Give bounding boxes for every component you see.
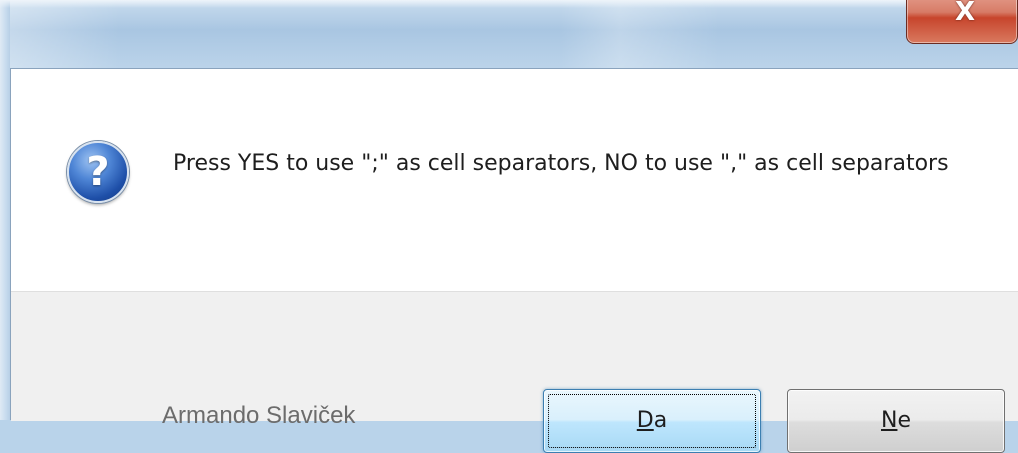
no-button-mnemonic: N: [880, 408, 898, 433]
close-icon: X: [955, 0, 976, 27]
focus-rectangle: [548, 394, 756, 448]
window-left-edge: [0, 0, 10, 420]
yes-button[interactable]: Da: [543, 389, 761, 453]
question-icon: ?: [67, 141, 129, 203]
window-top-shine: [0, 0, 1018, 8]
question-mark-glyph: ?: [86, 149, 110, 195]
close-button[interactable]: X: [906, 0, 1018, 44]
dialog-client-area: ? Press YES to use ";" as cell separator…: [10, 68, 1018, 453]
no-button[interactable]: Ne: [787, 389, 1005, 453]
background-caption: Armando Slaviček: [162, 402, 356, 429]
dialog-message: Press YES to use ";" as cell separators,…: [173, 151, 949, 176]
message-area: ? Press YES to use ";" as cell separator…: [11, 69, 1018, 291]
no-button-label: e: [897, 408, 911, 433]
